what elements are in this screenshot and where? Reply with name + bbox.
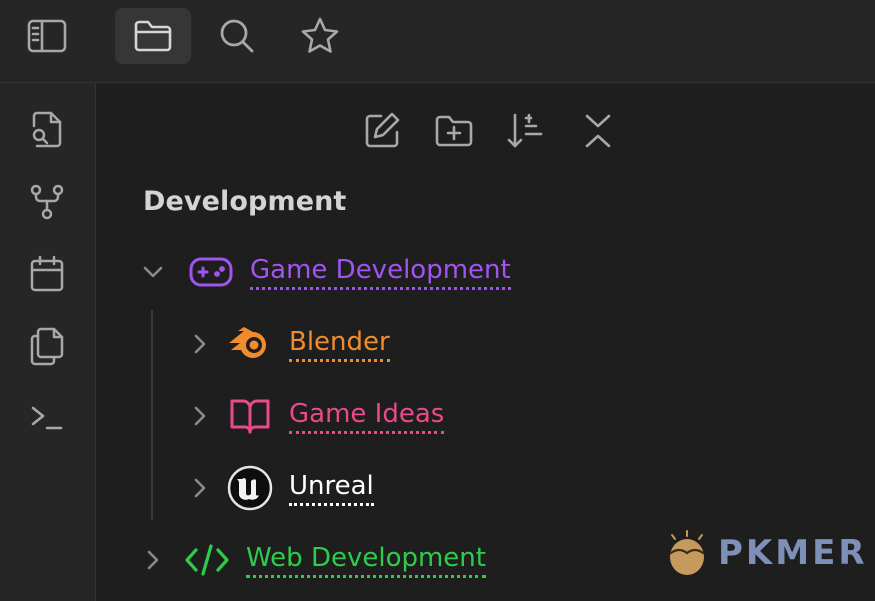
tree-indent-guide xyxy=(151,310,153,520)
book-open-icon xyxy=(227,393,273,439)
chevron-right-icon[interactable] xyxy=(140,547,166,573)
calendar-icon xyxy=(30,255,64,292)
ribbon-terminal-button[interactable] xyxy=(24,395,70,441)
tree-item-label: Blender xyxy=(289,327,390,362)
new-folder-icon xyxy=(435,115,473,147)
tree-item-game-development[interactable]: Game Development xyxy=(140,247,511,297)
sidebar-toggle-icon xyxy=(27,19,67,53)
gamepad-icon xyxy=(188,249,234,295)
new-note-icon xyxy=(365,112,400,148)
chevron-right-icon[interactable] xyxy=(187,403,213,429)
graph-icon xyxy=(30,184,64,220)
sort-icon xyxy=(507,113,543,148)
sidebar-tab-bar xyxy=(0,0,875,83)
star-icon xyxy=(301,17,339,53)
terminal-icon xyxy=(31,406,63,430)
tree-item-blender[interactable]: Blender xyxy=(187,319,390,369)
tree-item-web-development[interactable]: Web Development xyxy=(140,535,486,585)
tree-item-unreal[interactable]: Unreal xyxy=(187,463,374,513)
copy-icon xyxy=(30,327,64,366)
ribbon-templates-button[interactable] xyxy=(24,323,70,369)
ribbon-quick-switcher-button[interactable] xyxy=(24,107,70,153)
pkmer-logo-icon xyxy=(669,530,705,575)
ribbon-graph-view-button[interactable] xyxy=(24,179,70,225)
pkmer-watermark: PKMER xyxy=(664,527,868,579)
sort-button[interactable] xyxy=(504,109,548,153)
new-note-button[interactable] xyxy=(360,109,404,153)
collapse-all-icon xyxy=(585,114,611,148)
collapse-all-button[interactable] xyxy=(576,109,620,153)
file-explorer-pane: Development Game Development Blender Gam… xyxy=(96,83,875,601)
tab-files[interactable] xyxy=(115,8,191,64)
blender-icon xyxy=(227,321,273,367)
code-icon xyxy=(184,537,230,583)
toggle-sidebar-button[interactable] xyxy=(9,8,85,64)
unreal-logo-icon xyxy=(227,465,273,511)
app-window: Development Game Development Blender Gam… xyxy=(0,0,875,601)
chevron-down-icon[interactable] xyxy=(140,259,166,285)
tree-item-label: Game Ideas xyxy=(289,399,445,434)
folder-icon xyxy=(134,20,172,52)
tab-bookmarks[interactable] xyxy=(282,8,358,64)
tree-item-game-ideas[interactable]: Game Ideas xyxy=(187,391,445,441)
tree-item-label: Game Development xyxy=(250,255,511,290)
watermark-text: PKMER xyxy=(718,533,868,573)
vault-name: Development xyxy=(143,186,347,217)
chevron-right-icon[interactable] xyxy=(187,331,213,357)
tree-item-label: Web Development xyxy=(246,543,486,578)
tab-search[interactable] xyxy=(199,8,275,64)
tree-item-label: Unreal xyxy=(289,471,374,506)
search-icon xyxy=(220,19,254,53)
ribbon xyxy=(0,83,96,601)
chevron-right-icon[interactable] xyxy=(187,475,213,501)
file-search-icon xyxy=(32,111,62,148)
ribbon-daily-note-button[interactable] xyxy=(24,251,70,297)
new-folder-button[interactable] xyxy=(432,109,476,153)
